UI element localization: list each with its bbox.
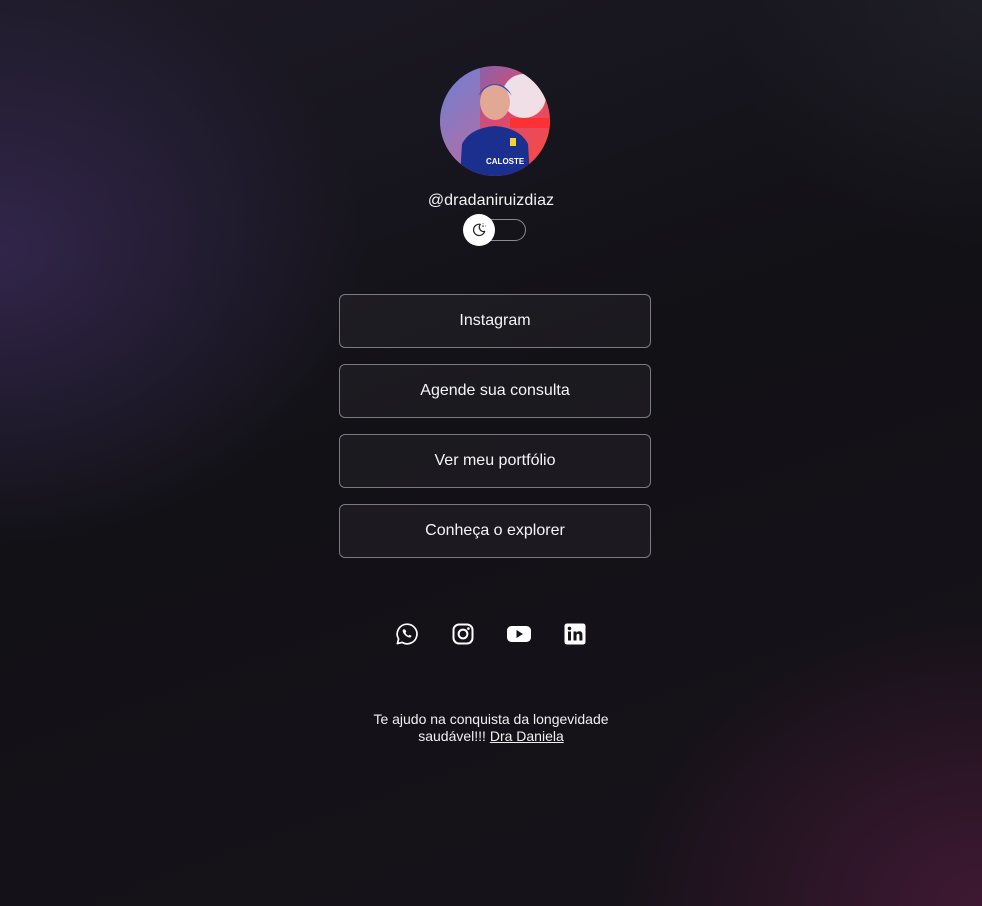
- toggle-knob[interactable]: [463, 214, 495, 246]
- link-button-portfolio[interactable]: Ver meu portfólio: [339, 434, 651, 488]
- whatsapp-icon: [396, 623, 418, 645]
- link-page: CALOSTE @dradaniruizdiaz Instagram Agend…: [0, 0, 982, 906]
- avatar-image: CALOSTE: [440, 66, 550, 176]
- footer-line-2: saudável!!!: [418, 728, 486, 744]
- username: @dradaniruizdiaz: [427, 192, 555, 209]
- footer-link-dra-daniela[interactable]: Dra Daniela: [490, 728, 564, 744]
- social-links: [0, 621, 982, 647]
- linkedin-link[interactable]: [562, 621, 588, 647]
- linkedin-icon: [564, 623, 586, 645]
- link-button-instagram[interactable]: Instagram: [339, 294, 651, 348]
- svg-text:CALOSTE: CALOSTE: [486, 157, 525, 166]
- whatsapp-link[interactable]: [394, 621, 420, 647]
- theme-toggle[interactable]: [463, 214, 527, 246]
- footer-line-1: Te ajudo na conquista da longevidade: [373, 711, 609, 727]
- youtube-link[interactable]: [506, 621, 532, 647]
- instagram-link[interactable]: [450, 621, 476, 647]
- links-list: Instagram Agende sua consulta Ver meu po…: [339, 294, 651, 574]
- link-button-agende-consulta[interactable]: Agende sua consulta: [339, 364, 651, 418]
- link-button-explorer[interactable]: Conheça o explorer: [339, 504, 651, 558]
- footer-bio: Te ajudo na conquista da longevidade sau…: [0, 711, 982, 745]
- avatar: CALOSTE: [440, 66, 550, 176]
- youtube-icon: [507, 626, 531, 642]
- instagram-icon: [452, 623, 474, 645]
- moon-sun-icon: [472, 223, 487, 237]
